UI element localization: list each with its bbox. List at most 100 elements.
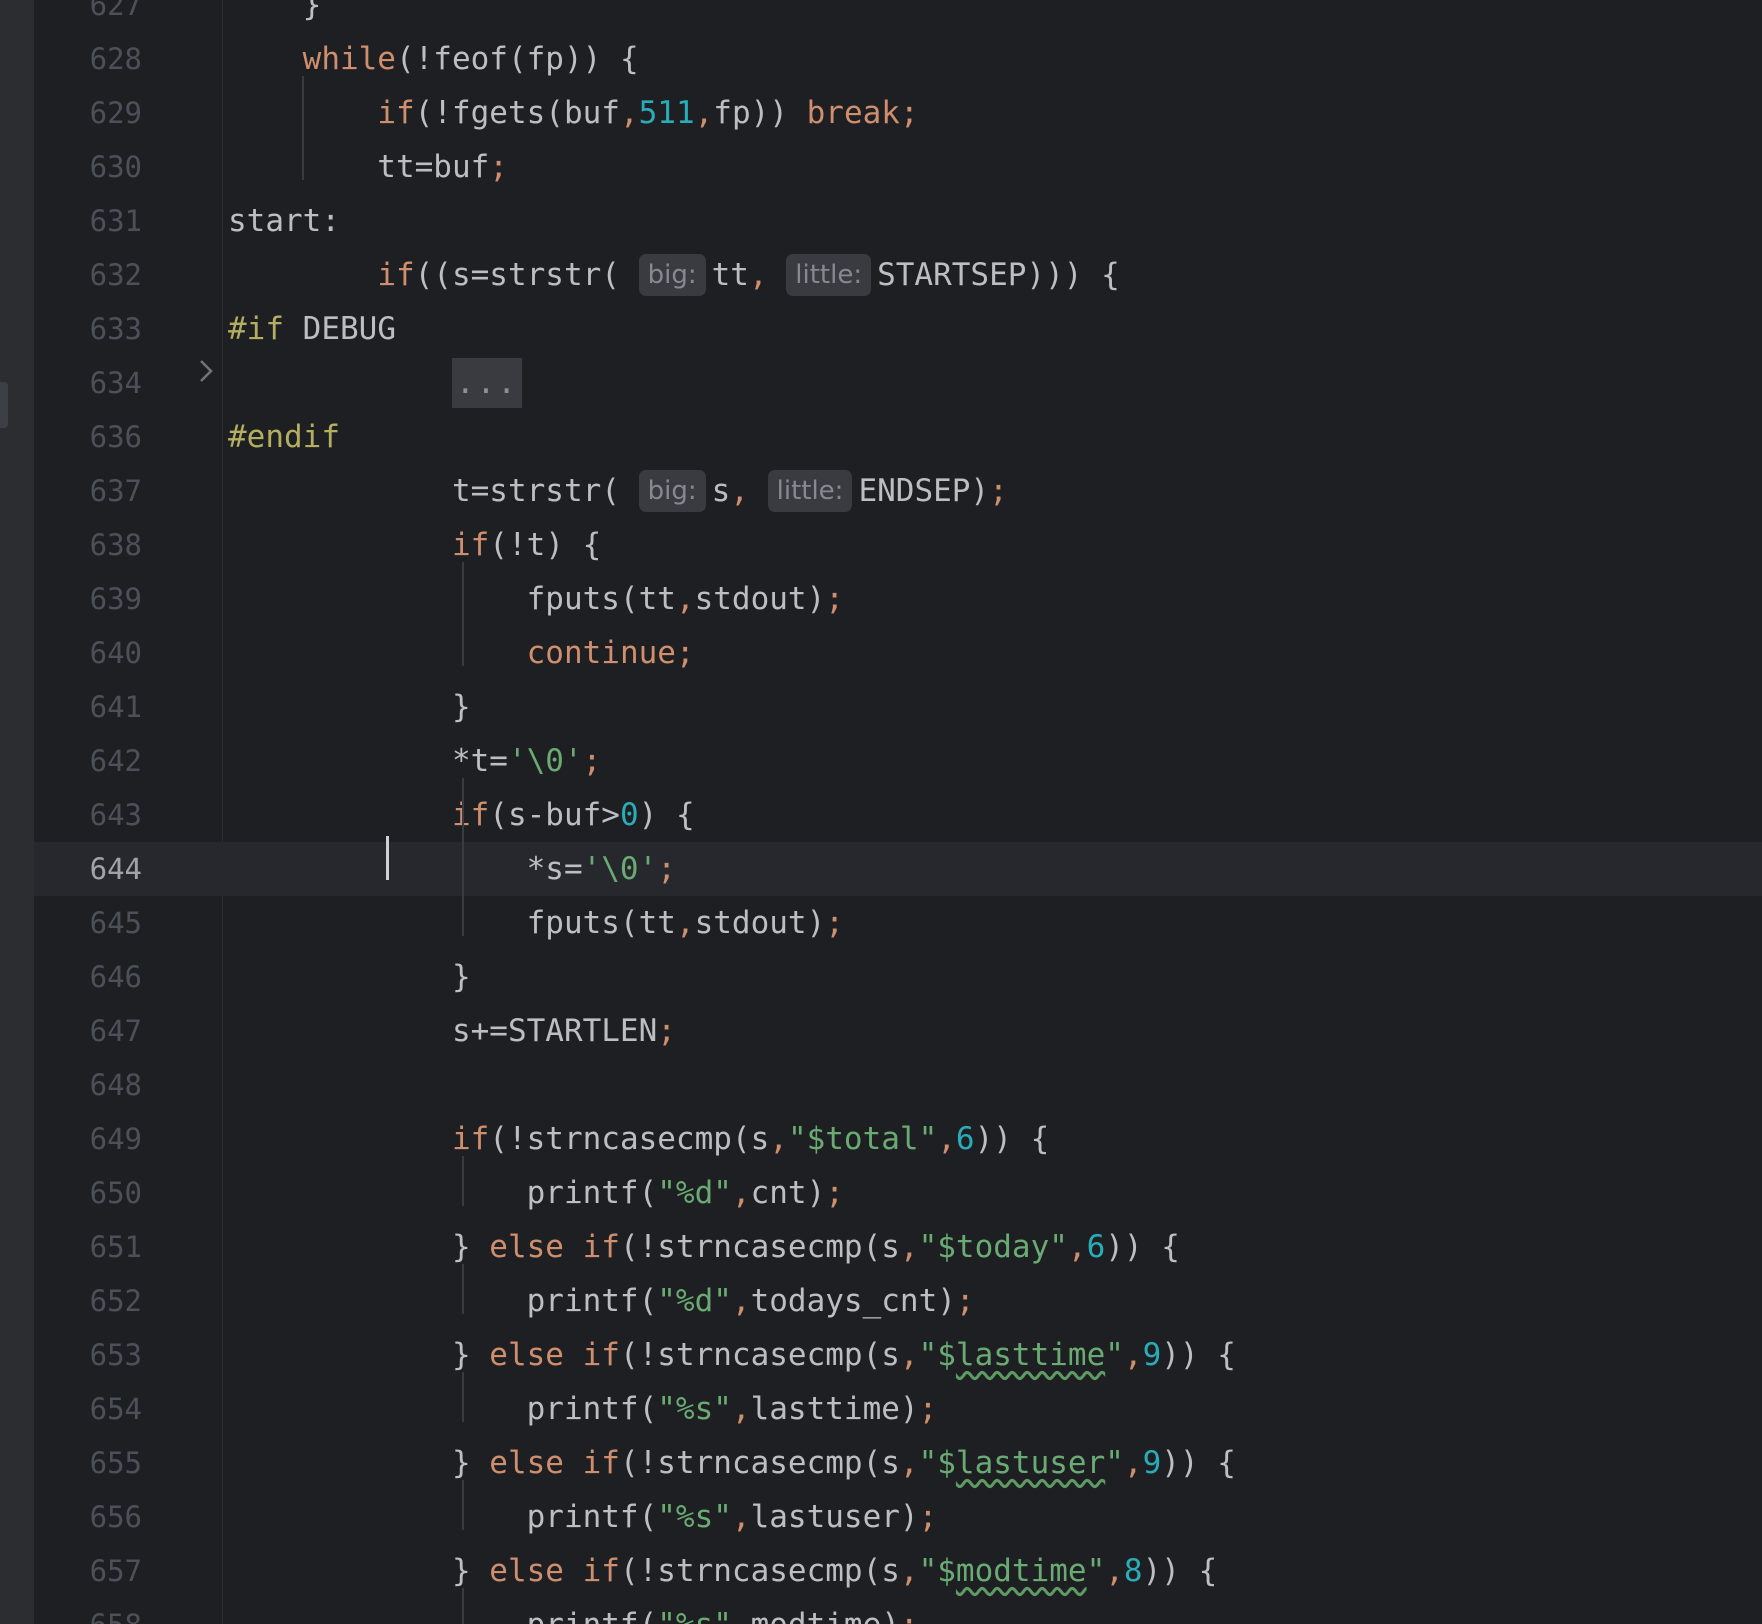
line-code[interactable]: } else if(!strncasecmp(s,"$modtime",8)) …	[228, 1544, 1217, 1598]
code-line[interactable]: 657 } else if(!strncasecmp(s,"$modtime",…	[34, 1544, 1762, 1598]
code-line[interactable]: 630 tt=buf;	[34, 140, 1762, 194]
code-line[interactable]: 651 } else if(!strncasecmp(s,"$today",6)…	[34, 1220, 1762, 1274]
line-code[interactable]: *t='\0';	[228, 734, 601, 788]
text-caret	[386, 836, 389, 880]
line-code[interactable]: } else if(!strncasecmp(s,"$lasttime",9))…	[228, 1328, 1236, 1382]
code-line[interactable]: 633 #if DEBUG	[34, 302, 1762, 356]
code-line[interactable]: 644 *s='\0';	[34, 842, 1762, 896]
line-code[interactable]: if((s=strstr( big: tt, little: STARTSEP)))…	[228, 248, 1120, 302]
line-number: 627	[89, 0, 142, 22]
code-line[interactable]: 642 *t='\0';	[34, 734, 1762, 788]
indent-guide	[302, 76, 304, 180]
parameter-hint: big:	[638, 254, 706, 296]
line-code[interactable]: ...	[228, 356, 522, 410]
indent-guide	[462, 562, 464, 666]
line-number: 639	[89, 582, 142, 616]
chevron-right-icon[interactable]	[194, 356, 218, 386]
code-line[interactable]: 643 if(s-buf>0) {	[34, 788, 1762, 842]
code-line[interactable]: 654 printf("%s",lasttime);	[34, 1382, 1762, 1436]
indent-guide	[462, 1588, 464, 1624]
line-code[interactable]: while(!feof(fp)) {	[228, 32, 639, 86]
code-line[interactable]: 629 if(!fgets(buf,511,fp)) break;	[34, 86, 1762, 140]
code-line[interactable]: 653 } else if(!strncasecmp(s,"$lasttime"…	[34, 1328, 1762, 1382]
code-line[interactable]: 637 t=strstr( big: s, little: ENDSEP);	[34, 464, 1762, 518]
line-number: 634	[89, 366, 142, 400]
code-line[interactable]: 628 while(!feof(fp)) {	[34, 32, 1762, 86]
line-code[interactable]: *s='\0';	[228, 842, 676, 896]
line-code[interactable]: #endif	[228, 410, 340, 464]
line-code[interactable]: }	[228, 950, 471, 1004]
code-line[interactable]: 647 s+=STARTLEN;	[34, 1004, 1762, 1058]
line-code[interactable]: tt=buf;	[228, 140, 508, 194]
line-number: 645	[89, 906, 142, 940]
line-number: 643	[89, 798, 142, 832]
code-line[interactable]: 634 ...	[34, 356, 1762, 410]
code-line[interactable]: 652 printf("%d",todays_cnt);	[34, 1274, 1762, 1328]
line-number: 654	[89, 1392, 142, 1426]
line-code[interactable]: if(!fgets(buf,511,fp)) break;	[228, 86, 918, 140]
tool-window-strip	[0, 0, 34, 1624]
line-number: 656	[89, 1500, 142, 1534]
line-code[interactable]: start:	[228, 194, 340, 248]
line-code[interactable]: if(!strncasecmp(s,"$total",6)) {	[228, 1112, 1049, 1166]
code-line[interactable]: 655 } else if(!strncasecmp(s,"$lastuser"…	[34, 1436, 1762, 1490]
line-code[interactable]: printf("%s",lasttime);	[228, 1382, 938, 1436]
line-code[interactable]: s+=STARTLEN;	[228, 1004, 676, 1058]
line-code[interactable]: } else if(!strncasecmp(s,"$lastuser",9))…	[228, 1436, 1236, 1490]
code-line[interactable]: 656 printf("%s",lastuser);	[34, 1490, 1762, 1544]
line-code[interactable]: }	[228, 0, 322, 32]
line-code[interactable]: t=strstr( big: s, little: ENDSEP);	[228, 464, 1008, 518]
code-line[interactable]: 632 if((s=strstr( big: tt, little: STARTSE…	[34, 248, 1762, 302]
line-code[interactable]: printf("%d",cnt);	[228, 1166, 844, 1220]
line-number: 652	[89, 1284, 142, 1318]
line-number: 629	[89, 96, 142, 130]
line-number: 633	[89, 312, 142, 346]
parameter-hint: little:	[767, 470, 853, 512]
code-line[interactable]: 648	[34, 1058, 1762, 1112]
line-code[interactable]: printf("%s",lastuser);	[228, 1490, 938, 1544]
line-number: 630	[89, 150, 142, 184]
side-tab-marker[interactable]	[0, 382, 8, 428]
indent-guide	[462, 1480, 464, 1530]
line-number: 640	[89, 636, 142, 670]
parameter-hint: little:	[786, 254, 872, 296]
code-line[interactable]: 658 printf("%s",modtime);	[34, 1598, 1762, 1624]
code-line[interactable]: 640 continue;	[34, 626, 1762, 680]
folded-region-placeholder[interactable]: ...	[451, 358, 522, 408]
line-code[interactable]: if(!t) {	[228, 518, 601, 572]
line-code[interactable]: printf("%s",modtime);	[228, 1598, 919, 1624]
code-line[interactable]: 649 if(!strncasecmp(s,"$total",6)) {	[34, 1112, 1762, 1166]
indent-guide	[462, 1156, 464, 1206]
line-code[interactable]: } else if(!strncasecmp(s,"$today",6)) {	[228, 1220, 1180, 1274]
line-number: 657	[89, 1554, 142, 1588]
line-code[interactable]: printf("%d",todays_cnt);	[228, 1274, 975, 1328]
code-line[interactable]: 641 }	[34, 680, 1762, 734]
line-number: 646	[89, 960, 142, 994]
code-line[interactable]: 627 }	[34, 0, 1762, 32]
line-number: 638	[89, 528, 142, 562]
line-number: 628	[89, 42, 142, 76]
code-line[interactable]: 636 #endif	[34, 410, 1762, 464]
line-number: 649	[89, 1122, 142, 1156]
code-line[interactable]: 639 fputs(tt,stdout);	[34, 572, 1762, 626]
code-line[interactable]: 631 start:	[34, 194, 1762, 248]
line-number: 658	[34, 1598, 142, 1624]
line-number: 637	[89, 474, 142, 508]
code-line[interactable]: 650 printf("%d",cnt);	[34, 1166, 1762, 1220]
code-line[interactable]: 646 }	[34, 950, 1762, 1004]
line-number: 641	[89, 690, 142, 724]
line-number: 632	[89, 258, 142, 292]
line-number: 650	[89, 1176, 142, 1210]
code-line[interactable]: 638 if(!t) {	[34, 518, 1762, 572]
line-code[interactable]: }	[228, 680, 471, 734]
parameter-hint: big:	[638, 470, 706, 512]
line-number: 642	[89, 744, 142, 778]
code-line[interactable]: 645 fputs(tt,stdout);	[34, 896, 1762, 950]
line-code[interactable]: fputs(tt,stdout);	[228, 896, 844, 950]
line-number: 647	[89, 1014, 142, 1048]
code-editor[interactable]: 627 } 628 while(!feof(fp)) {629 if(!fgets…	[0, 0, 1762, 1624]
indent-guide	[462, 1372, 464, 1422]
line-code[interactable]: #if DEBUG	[228, 302, 396, 356]
line-number: 636	[89, 420, 142, 454]
line-code[interactable]: fputs(tt,stdout);	[228, 572, 844, 626]
